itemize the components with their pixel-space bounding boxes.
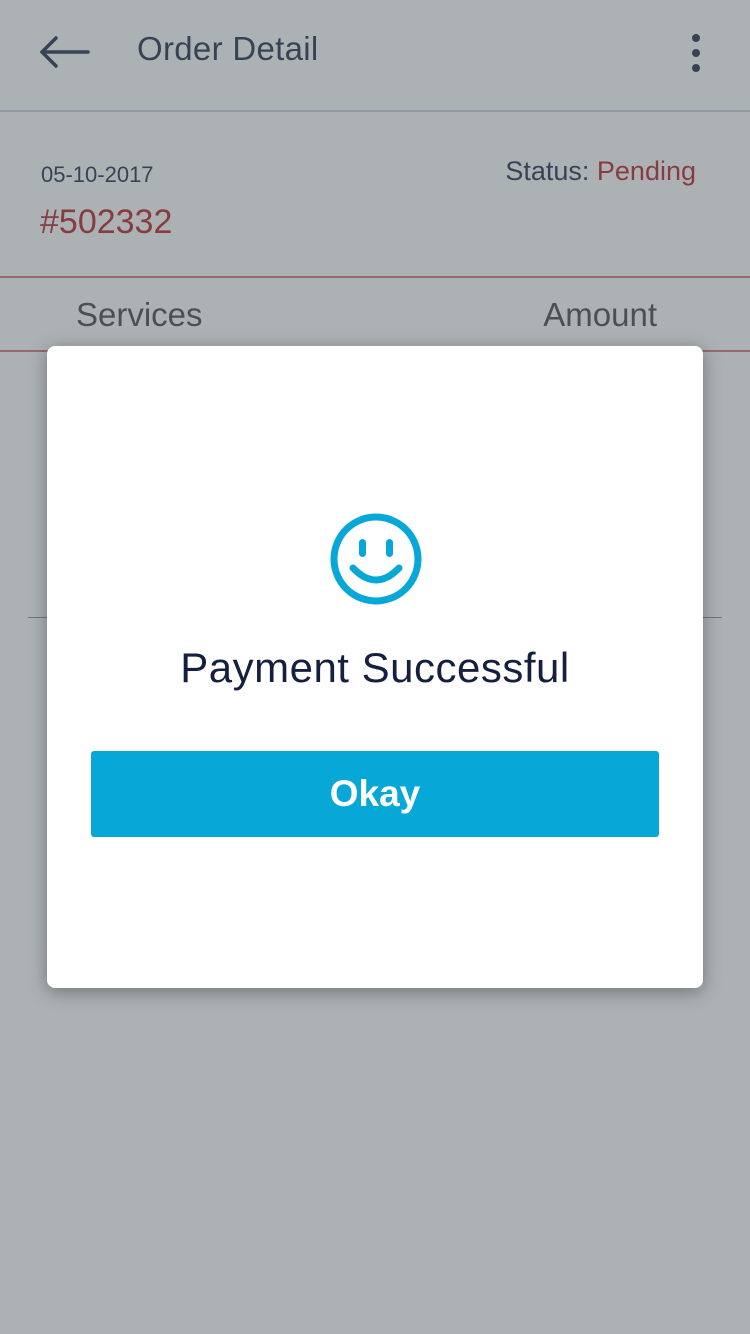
dialog-message: Payment Successful (180, 644, 570, 691)
okay-button[interactable]: Okay (91, 751, 659, 837)
payment-success-dialog: Payment Successful Okay (47, 346, 703, 988)
smiley-icon (330, 513, 422, 605)
